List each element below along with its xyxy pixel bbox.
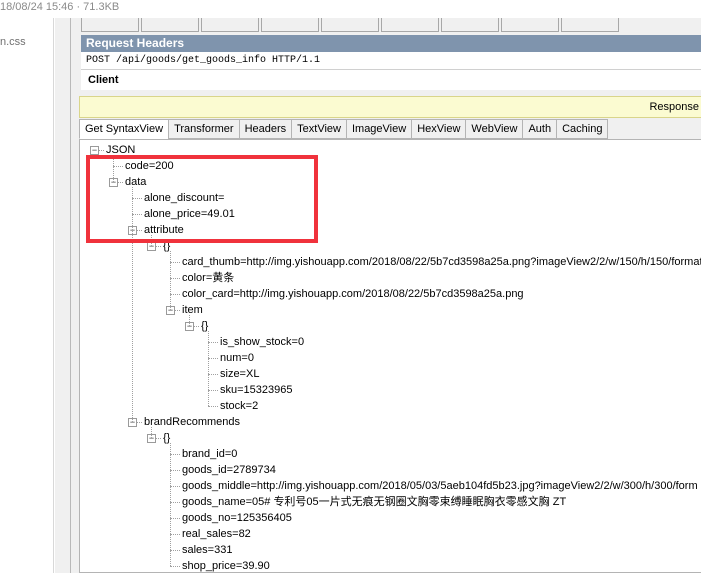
tree-node[interactable]: goods_middle=http://img.yishouapp.com/20… (182, 478, 698, 494)
request-tab[interactable] (201, 18, 259, 32)
tab-textview[interactable]: TextView (291, 119, 347, 139)
response-bar: Response (79, 96, 701, 118)
tree-node[interactable]: size=XL (220, 366, 259, 382)
tree-node[interactable]: is_show_stock=0 (220, 334, 304, 350)
panel-gutter (55, 18, 70, 573)
file-info-bar: 18/08/24 15:46 · 71.3KB (0, 0, 701, 18)
tree-node[interactable]: brandRecommends (144, 414, 240, 430)
tree-connector (208, 342, 218, 343)
tree-connector (170, 566, 180, 567)
tree-node[interactable]: item (182, 302, 203, 318)
tree-node[interactable]: sku=15323965 (220, 382, 292, 398)
tree-connector (170, 454, 180, 455)
tree-node[interactable]: shop_price=39.90 (182, 558, 270, 572)
response-tabs: Get SyntaxView Transformer Headers TextView… (79, 119, 701, 139)
request-tab[interactable] (261, 18, 319, 32)
tree-node[interactable]: goods_no=125356405 (182, 510, 292, 526)
request-tab[interactable] (501, 18, 559, 32)
tab-headers[interactable]: Headers (238, 119, 293, 139)
tree-node[interactable]: stock=2 (220, 398, 258, 414)
tree-node[interactable]: sales=331 (182, 542, 232, 558)
tree-guide-line (151, 427, 152, 438)
response-label: Response (649, 101, 699, 113)
tree-connector (170, 502, 180, 503)
tree-connector (170, 262, 180, 263)
inspector-pane: Request Headers POST /api/goods/get_good… (70, 18, 701, 573)
tree-guide-line (170, 443, 171, 566)
tree-guide-line (170, 251, 171, 310)
session-file-label[interactable]: n.css (0, 36, 26, 48)
tree-node[interactable]: color_card=http://img.yishouapp.com/2018… (182, 286, 524, 302)
tree-node[interactable]: goods_id=2789734 (182, 462, 276, 478)
tree-guide-line (189, 315, 190, 326)
session-list-panel: n.css (0, 18, 54, 573)
tab-get-syntaxview[interactable]: Get SyntaxView (79, 119, 170, 139)
collapse-toggle-icon[interactable]: − (90, 146, 99, 155)
tree-connector (208, 358, 218, 359)
client-section-label[interactable]: Client (81, 70, 701, 90)
tree-connector (208, 374, 218, 375)
tree-guide-line (208, 331, 209, 406)
tree-connector (170, 486, 180, 487)
annotation-highlight-box (86, 155, 318, 243)
tree-connector (170, 294, 180, 295)
tree-connector (208, 406, 218, 407)
tree-connector (170, 550, 180, 551)
tree-connector (170, 278, 180, 279)
request-tab[interactable] (381, 18, 439, 32)
tree-node[interactable]: num=0 (220, 350, 254, 366)
tree-node[interactable]: color=黄条 (182, 270, 234, 286)
tree-node[interactable]: card_thumb=http://img.yishouapp.com/2018… (182, 254, 701, 270)
tab-caching[interactable]: Caching (556, 119, 609, 139)
request-tab[interactable] (561, 18, 619, 32)
request-tab[interactable] (321, 18, 379, 32)
request-tabs-strip (81, 18, 701, 34)
request-tab[interactable] (141, 18, 199, 32)
tree-connector (208, 390, 218, 391)
request-line: POST /api/goods/get_goods_info HTTP/1.1 (81, 52, 701, 70)
tab-hexview[interactable]: HexView (411, 119, 467, 139)
tree-connector (170, 518, 180, 519)
tab-webview[interactable]: WebView (465, 119, 524, 139)
tree-node[interactable]: real_sales=82 (182, 526, 251, 542)
tree-connector (170, 470, 180, 471)
tab-imageview[interactable]: ImageView (345, 119, 413, 139)
request-tab[interactable] (81, 18, 139, 32)
file-info-text: 18/08/24 15:46 · 71.3KB (0, 1, 120, 13)
tree-node[interactable]: goods_name=05# 专利号05一片式无痕无钢圈文胸零束缚睡眠胸衣零感文… (182, 494, 566, 510)
tab-transformer[interactable]: Transformer (168, 119, 240, 139)
tab-auth[interactable]: Auth (522, 119, 558, 139)
tree-node[interactable]: brand_id=0 (182, 446, 237, 462)
request-tab[interactable] (441, 18, 499, 32)
tree-connector (170, 534, 180, 535)
request-headers-title: Request Headers (81, 35, 701, 52)
